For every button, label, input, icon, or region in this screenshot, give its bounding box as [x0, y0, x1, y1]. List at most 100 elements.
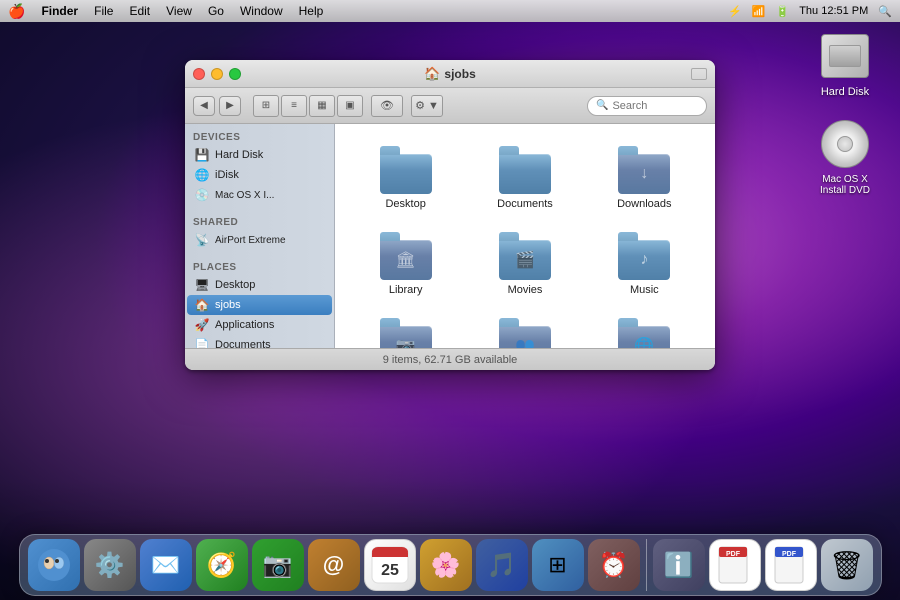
edit-menu[interactable]: Edit [129, 4, 150, 18]
sidebar-item-desktop[interactable]: 🖥 Desktop [187, 275, 332, 295]
svg-text:PDF: PDF [726, 551, 741, 558]
search-icon: 🔍 [596, 100, 608, 111]
file-movies[interactable]: 🎬 Movies [470, 226, 579, 302]
file-documents-label: Documents [497, 198, 553, 210]
pdf1-dock-icon: PDF [709, 539, 761, 591]
bluetooth-icon[interactable]: ⚡ [728, 5, 742, 18]
file-downloads[interactable]: ↓ Downloads [590, 140, 699, 216]
places-heading: PLACES [185, 258, 334, 275]
dock-itunes[interactable]: 🎵 [476, 539, 528, 591]
dock-shelf: ⚙️ ✉️ 🧭 📷 @ 25 🌸 [19, 534, 882, 596]
sidebar: DEVICES 💾 Hard Disk 🌐 iDisk 💿 Mac OS X I… [185, 124, 335, 348]
sidebar-item-airport[interactable]: 📡 AirPort Extreme [187, 230, 332, 250]
file-music[interactable]: ♪ Music [590, 226, 699, 302]
sidebar-item-applications[interactable]: 🚀 Applications [187, 315, 332, 335]
sidebar-item-documents[interactable]: 📄 Documents [187, 335, 332, 348]
finder-menu[interactable]: Finder [41, 4, 78, 18]
dock-mail[interactable]: ✉️ [140, 539, 192, 591]
file-desktop-label: Desktop [385, 198, 425, 210]
finder-window: 🏠 sjobs ◀ ▶ ⊞ ≡ ▦ ▣ 👁 ⚙ ▼ 🔍 DEVICES 💾 [185, 60, 715, 370]
file-library[interactable]: 🏛 Library [351, 226, 460, 302]
title-bar: 🏠 sjobs [185, 60, 715, 88]
sidebar-item-sjobs[interactable]: 🏠 sjobs [187, 295, 332, 315]
help-menu[interactable]: Help [299, 4, 324, 18]
dock-ical[interactable]: 25 [364, 539, 416, 591]
forward-button[interactable]: ▶ [219, 96, 241, 116]
sidebar-item-macos[interactable]: 💿 Mac OS X I... [187, 185, 332, 205]
desktop-icons: Hard Disk Mac OS X Install DVD [810, 30, 880, 196]
list-view-button[interactable]: ≡ [281, 95, 307, 117]
status-text: 9 items, 62.71 GB available [383, 354, 518, 366]
search-input[interactable] [612, 97, 698, 115]
file-documents[interactable]: Documents [470, 140, 579, 216]
dock-iphoto[interactable]: 🌸 [420, 539, 472, 591]
go-menu[interactable]: Go [208, 4, 224, 18]
icon-view-button[interactable]: ⊞ [253, 95, 279, 117]
traffic-lights [193, 68, 241, 80]
timemachine-dock-icon: ⏰ [588, 539, 640, 591]
harddisk-label: Hard Disk [215, 149, 263, 161]
desktop-place-icon: 🖥 [195, 278, 209, 292]
window-content: DEVICES 💾 Hard Disk 🌐 iDisk 💿 Mac OS X I… [185, 124, 715, 348]
dock-spaces[interactable]: ⊞ [532, 539, 584, 591]
maximize-button[interactable] [229, 68, 241, 80]
file-desktop[interactable]: Desktop [351, 140, 460, 216]
cover-view-button[interactable]: ▣ [337, 95, 363, 117]
harddisk-icon: 💾 [195, 148, 209, 162]
window-menu[interactable]: Window [240, 4, 283, 18]
action-button[interactable]: ⚙ ▼ [411, 95, 443, 117]
dock-separator [646, 539, 647, 591]
status-bar: 9 items, 62.71 GB available [185, 348, 715, 370]
airport-icon: 📡 [195, 233, 209, 247]
facetime-dock-icon: 📷 [252, 539, 304, 591]
dock-sysinfo[interactable]: ℹ️ [653, 539, 705, 591]
file-pictures[interactable]: 📷 Pictures [351, 312, 460, 348]
file-music-label: Music [630, 284, 659, 296]
dock-finder[interactable] [28, 539, 80, 591]
minimize-button[interactable] [211, 68, 223, 80]
devices-section: DEVICES 💾 Hard Disk 🌐 iDisk 💿 Mac OS X I… [185, 124, 334, 209]
spotlight-icon[interactable]: 🔍 [878, 5, 892, 18]
battery-icon[interactable]: 🔋 [776, 5, 790, 18]
file-public[interactable]: 👥 Public [470, 312, 579, 348]
window-title-icon: 🏠 [424, 66, 440, 82]
dock-facetime[interactable]: 📷 [252, 539, 304, 591]
eye-button[interactable]: 👁 [371, 95, 403, 117]
dock-pdf1[interactable]: PDF [709, 539, 761, 591]
file-menu[interactable]: File [94, 4, 113, 18]
wifi-icon[interactable]: 📶 [752, 5, 766, 18]
airport-label: AirPort Extreme [215, 235, 286, 246]
close-button[interactable] [193, 68, 205, 80]
ical-dock-icon: 25 [364, 539, 416, 591]
dock-safari[interactable]: 🧭 [196, 539, 248, 591]
collapse-button[interactable] [691, 68, 707, 80]
macos-label: Mac OS X I... [215, 190, 274, 201]
dvd-icon[interactable]: Mac OS X Install DVD [810, 118, 880, 196]
search-box[interactable]: 🔍 [587, 96, 707, 116]
dock-syspref[interactable]: ⚙️ [84, 539, 136, 591]
toolbar: ◀ ▶ ⊞ ≡ ▦ ▣ 👁 ⚙ ▼ 🔍 [185, 88, 715, 124]
view-menu[interactable]: View [166, 4, 192, 18]
sidebar-item-harddisk[interactable]: 💾 Hard Disk [187, 145, 332, 165]
dock-addressbook[interactable]: @ [308, 539, 360, 591]
hard-disk-icon[interactable]: Hard Disk [819, 30, 871, 98]
applications-icon: 🚀 [195, 318, 209, 332]
file-sites[interactable]: 🌐 Sites [590, 312, 699, 348]
file-library-label: Library [389, 284, 423, 296]
column-view-button[interactable]: ▦ [309, 95, 335, 117]
dock-pdf2[interactable]: PDF [765, 539, 817, 591]
apple-menu[interactable]: 🍎 [8, 3, 25, 20]
dock-trash[interactable]: 🗑 [821, 539, 873, 591]
svg-text:25: 25 [381, 562, 399, 579]
sidebar-item-idisk[interactable]: 🌐 iDisk [187, 165, 332, 185]
svg-text:PDF: PDF [782, 551, 797, 558]
back-button[interactable]: ◀ [193, 96, 215, 116]
file-area: Desktop Documents ↓ Downloads [335, 124, 715, 348]
shared-section: SHARED 📡 AirPort Extreme [185, 209, 334, 254]
dock-timemachine[interactable]: ⏰ [588, 539, 640, 591]
file-movies-label: Movies [508, 284, 543, 296]
hard-disk-label: Hard Disk [821, 86, 869, 98]
window-title-text: sjobs [444, 67, 475, 81]
iphoto-dock-icon: 🌸 [420, 539, 472, 591]
documents-icon: 📄 [195, 338, 209, 348]
